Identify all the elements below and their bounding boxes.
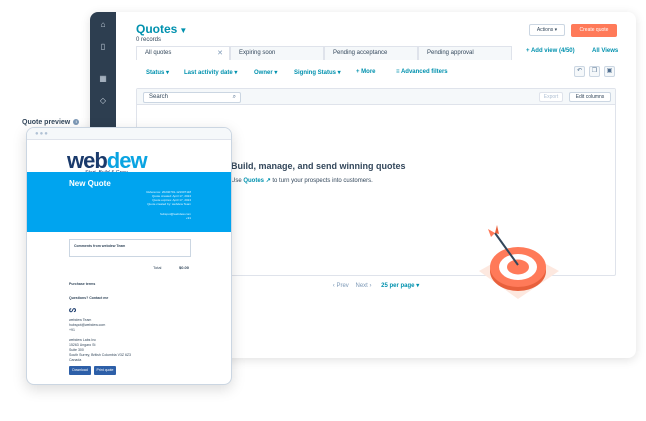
total-value: $0.00 — [179, 265, 190, 270]
prev-page-button[interactable]: ‹ Prev — [333, 283, 349, 289]
record-count: 0 records — [136, 37, 162, 43]
quote-comments: Comments from webdew Team — [69, 239, 191, 257]
tab-pending-approval[interactable]: Pending approval — [418, 46, 512, 60]
advanced-filters-button[interactable]: ≡ Advanced filters — [396, 69, 448, 75]
calendar-icon[interactable]: ▦ — [98, 74, 108, 84]
quote-preview-card: ●●● webdew Start, Build & Grow New Quote… — [26, 127, 232, 385]
all-views-link[interactable]: All Views — [592, 48, 618, 54]
close-icon[interactable]: ✕ — [217, 47, 223, 60]
quote-preview-title: Quote preview — [22, 119, 71, 126]
more-filters-button[interactable]: + More — [356, 69, 376, 75]
filter-bar: Status ▾ Last activity date ▾ Owner ▾ Si… — [136, 67, 616, 81]
contact-heading: Questions? Contact me — [69, 296, 109, 300]
empty-body-suffix: to turn your prospects into customers. — [272, 178, 373, 184]
contact-line: hubspot@webdew.com — [69, 323, 106, 327]
screenshot-stage: ⌂ ▯ ▦ ◇ Quotes ▼ 0 records Actions ▾ Crea… — [0, 0, 646, 421]
filter-signing-status[interactable]: Signing Status ▾ — [294, 69, 341, 76]
save-icon[interactable]: ▣ — [604, 66, 615, 77]
company-line: webdew Labs Inc — [69, 338, 97, 342]
tab-expiring-soon[interactable]: Expiring soon — [230, 46, 324, 60]
contact-line: +91 — [69, 328, 75, 332]
banner-line: Quote created by: webdew Team — [147, 202, 191, 206]
tab-pending-acceptance[interactable]: Pending acceptance — [324, 46, 418, 60]
add-view-button[interactable]: + Add view (4/50) — [526, 48, 575, 54]
empty-body-prefix: Use — [231, 178, 242, 184]
external-link-icon: ↗ — [265, 178, 271, 184]
undo-icon[interactable]: ↶ — [574, 66, 585, 77]
search-icon: ⌕ — [232, 94, 236, 100]
print-quote-button[interactable]: Print quote — [94, 366, 116, 375]
create-quote-button[interactable]: Create quote — [571, 24, 617, 37]
quotes-link-label: Quotes — [243, 178, 265, 184]
quote-banner-title: New Quote — [69, 179, 111, 188]
tag-icon[interactable]: ◇ — [98, 96, 108, 106]
tab-all-quotes[interactable]: All quotes ✕ — [136, 46, 230, 60]
bookmark-icon[interactable]: ▯ — [98, 42, 108, 52]
contact-logo-icon: ᔕ — [69, 305, 77, 314]
quote-preview-label: Quote preview i — [22, 119, 80, 126]
purchase-terms: Purchase terms — [69, 282, 96, 286]
window-dots-icon: ●●● — [35, 131, 49, 137]
per-page-select[interactable]: 25 per page ▾ — [381, 283, 419, 289]
company-line: South Surrey, British Columbia V3Z 6Z3 — [69, 353, 131, 357]
advanced-filters-label: Advanced filters — [400, 69, 448, 75]
view-tabs: All quotes ✕ Expiring soon Pending accep… — [136, 46, 516, 60]
company-line: Suite 300 — [69, 348, 84, 352]
empty-state-heading: Build, manage, and send winning quotes — [231, 161, 406, 171]
search-input[interactable]: Search ⌕ — [143, 92, 241, 103]
table-toolbar: Search ⌕ Export Edit columns — [137, 89, 615, 105]
contact-line: webdew Team — [69, 318, 92, 322]
actions-button[interactable]: Actions ▾ — [529, 24, 565, 36]
total-label: Total — [153, 265, 162, 270]
copy-icon[interactable]: ❐ — [589, 66, 600, 77]
download-button[interactable]: Download — [69, 366, 91, 375]
chevron-down-icon: ▼ — [179, 26, 188, 35]
filter-last-activity-date[interactable]: Last activity date ▾ — [184, 69, 237, 76]
tab-label: All quotes — [145, 50, 172, 56]
quotes-link[interactable]: Quotes ↗ — [243, 178, 270, 184]
edit-columns-button[interactable]: Edit columns — [569, 92, 611, 102]
company-line: 15263 Ungaro St — [69, 343, 96, 347]
next-page-button[interactable]: Next › — [355, 283, 371, 289]
filter-owner[interactable]: Owner ▾ — [254, 69, 277, 76]
filter-status[interactable]: Status ▾ — [146, 69, 169, 76]
info-icon[interactable]: i — [73, 119, 80, 126]
export-button[interactable]: Export — [539, 92, 563, 102]
home-icon[interactable]: ⌂ — [98, 20, 108, 30]
preview-window-bar: ●●● — [27, 128, 231, 140]
banner-line: +91 — [185, 216, 191, 220]
quote-banner: New Quote Reference: 20240701-121607118 … — [27, 172, 231, 232]
page-title[interactable]: Quotes ▼ — [136, 22, 187, 36]
page-header: Quotes ▼ 0 records — [136, 22, 187, 43]
company-line: Canada — [69, 358, 82, 362]
target-illustration-icon — [479, 225, 559, 299]
empty-state-body: Use Quotes ↗ to turn your prospects into… — [231, 177, 373, 184]
search-placeholder: Search — [149, 94, 169, 100]
